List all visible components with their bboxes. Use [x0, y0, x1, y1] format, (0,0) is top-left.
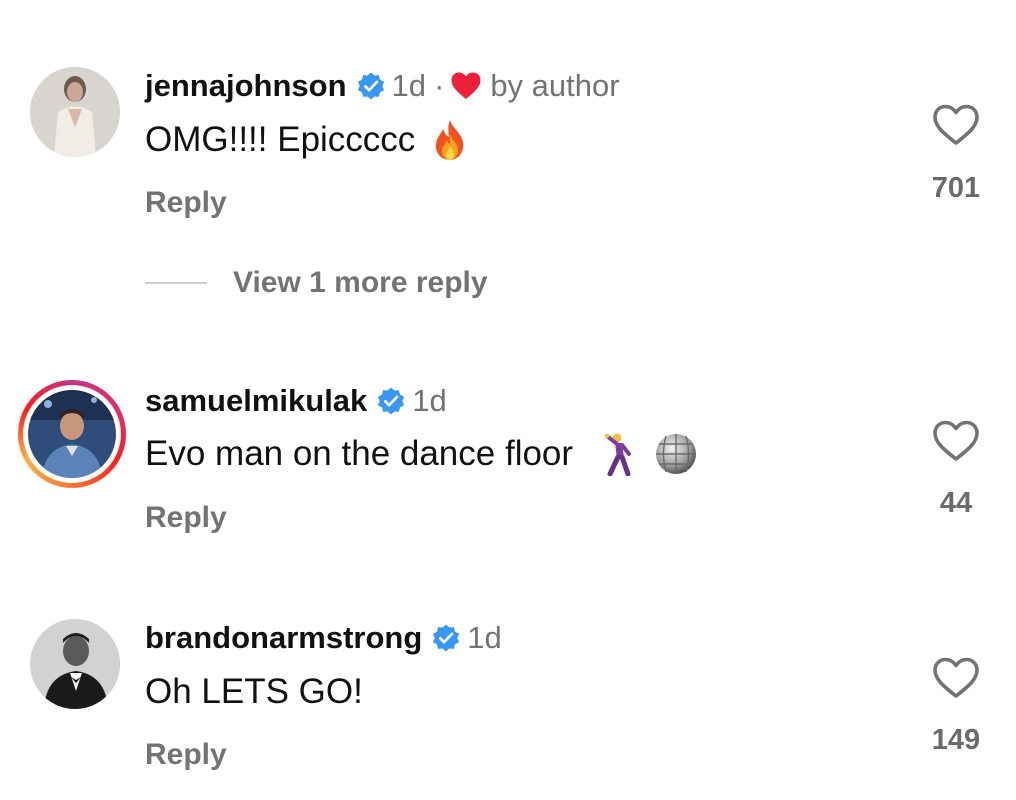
separator-dot: ·: [433, 68, 445, 103]
comment-body: OMG!!!! Epiccccc: [145, 120, 416, 159]
reply-button[interactable]: Reply: [145, 501, 227, 535]
timestamp: 1d: [412, 383, 447, 418]
verified-badge-icon: [431, 623, 461, 653]
verified-badge-icon: [376, 386, 406, 416]
story-ring[interactable]: [18, 380, 126, 488]
like-heart-icon[interactable]: [932, 656, 980, 700]
like-count: 44: [939, 487, 973, 519]
username[interactable]: samuelmikulak: [145, 383, 367, 419]
view-more-replies-button[interactable]: View 1 more reply: [145, 266, 488, 300]
comment-meta: brandonarmstrong 1d: [145, 620, 502, 656]
comment-body: Evo man on the dance floor: [145, 434, 574, 473]
mirror-ball-emoji-icon: [653, 432, 699, 476]
comment-text: Evo man on the dance floor: [145, 432, 699, 477]
username[interactable]: brandonarmstrong: [145, 620, 422, 656]
avatar[interactable]: [30, 67, 120, 157]
like-count: 701: [931, 172, 981, 204]
avatar[interactable]: [28, 390, 116, 478]
verified-badge-icon: [356, 71, 386, 101]
timestamp: 1d: [391, 68, 426, 103]
like-heart-icon[interactable]: [932, 419, 980, 463]
divider-line: [145, 282, 207, 284]
like-heart-icon[interactable]: [932, 103, 980, 147]
reply-button[interactable]: Reply: [145, 186, 227, 220]
like-count: 149: [931, 724, 981, 756]
man-dancing-emoji-icon: [593, 432, 635, 477]
fire-emoji-icon: [429, 118, 471, 162]
comment-text: Oh LETS GO!: [145, 672, 363, 712]
reply-button[interactable]: Reply: [145, 738, 227, 772]
by-author-label: by author: [490, 68, 620, 103]
comment-meta: jennajohnson 1d · by author: [145, 68, 620, 104]
view-more-label: View 1 more reply: [233, 266, 488, 299]
avatar[interactable]: [30, 619, 120, 709]
comment-text: OMG!!!! Epiccccc: [145, 118, 471, 162]
username[interactable]: jennajohnson: [145, 68, 347, 104]
comment-body: Oh LETS GO!: [145, 672, 363, 711]
comment-meta: samuelmikulak 1d: [145, 383, 447, 419]
author-liked-heart-icon: [450, 71, 482, 101]
timestamp: 1d: [467, 620, 502, 655]
